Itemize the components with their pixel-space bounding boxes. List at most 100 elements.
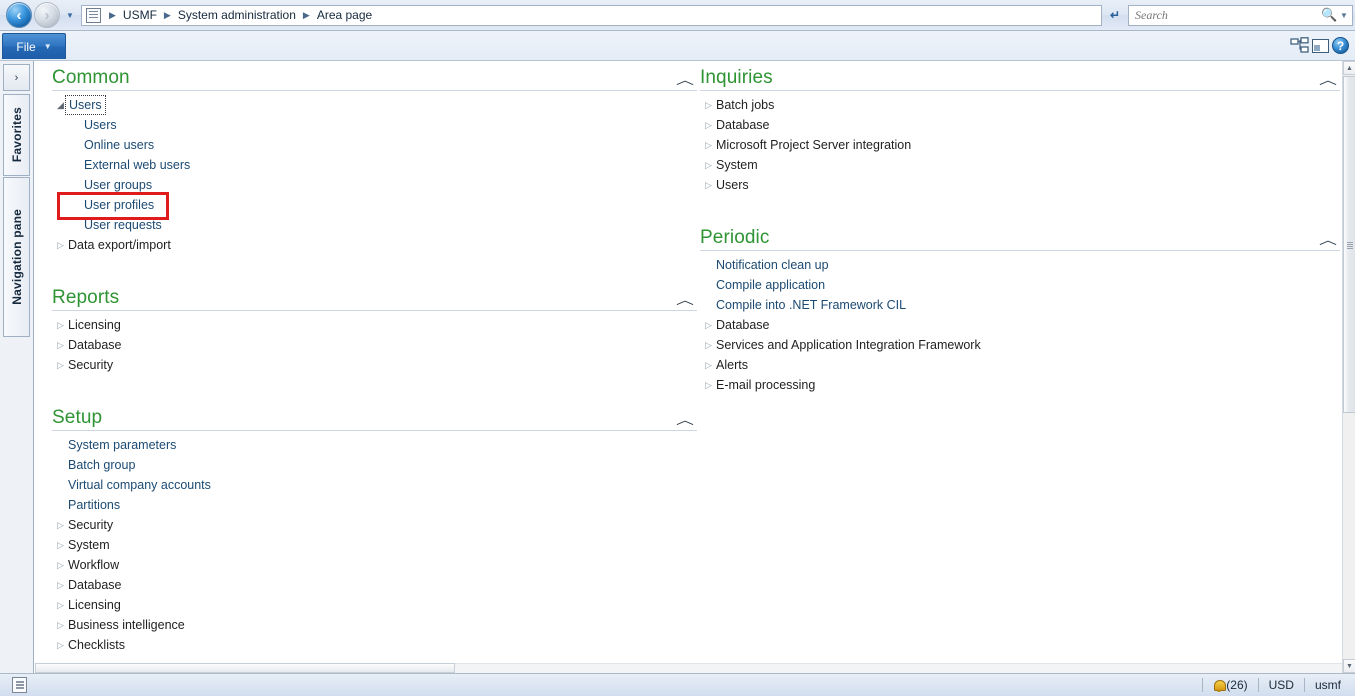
nav-item-compile-application[interactable]: Compile application (700, 275, 1340, 295)
triangle-collapsed-icon[interactable]: ▷ (52, 520, 68, 531)
nav-item-licensing[interactable]: ▷Licensing (52, 315, 697, 335)
nav-item-user-requests[interactable]: User requests (52, 215, 697, 235)
horizontal-scrollbar-thumb[interactable] (35, 663, 455, 673)
scroll-down-arrow-icon[interactable]: ▼ (1343, 659, 1355, 673)
section-title-inquiries: Inquiries (700, 67, 773, 89)
refresh-icon[interactable]: ↵ (1104, 5, 1126, 26)
breadcrumb[interactable]: ▶ USMF ▶ System administration ▶ Area pa… (81, 5, 1102, 26)
breadcrumb-item-page[interactable]: Area page (314, 8, 375, 22)
nav-item-services-and-application-integration-framework[interactable]: ▷Services and Application Integration Fr… (700, 335, 1340, 355)
back-button[interactable]: ‹ (6, 2, 32, 28)
breadcrumb-item-company[interactable]: USMF (120, 8, 160, 22)
history-dropdown-caret-icon[interactable]: ▼ (63, 11, 77, 20)
triangle-collapsed-icon[interactable]: ▷ (700, 380, 716, 391)
help-icon[interactable]: ? (1332, 37, 1351, 55)
nav-item-system-parameters[interactable]: System parameters (52, 435, 697, 455)
nav-item-e-mail-processing[interactable]: ▷E-mail processing (700, 375, 1340, 395)
section-header-common[interactable]: Common︿ (52, 61, 697, 91)
nav-item-label: Partitions (68, 498, 120, 512)
triangle-collapsed-icon[interactable]: ▷ (52, 560, 68, 571)
status-badge-alerts[interactable]: (26) (1213, 678, 1247, 692)
section-header-reports[interactable]: Reports︿ (52, 281, 697, 311)
nav-item-user-groups[interactable]: User groups (52, 175, 697, 195)
search-icon[interactable]: 🔍 (1321, 7, 1338, 23)
nav-item-business-intelligence[interactable]: ▷Business intelligence (52, 615, 697, 635)
related-information-icon[interactable] (1290, 37, 1309, 55)
triangle-collapsed-icon[interactable]: ▷ (52, 320, 68, 331)
nav-item-label: System (716, 158, 758, 172)
section-gap (52, 255, 697, 281)
nav-item-partitions[interactable]: Partitions (52, 495, 697, 515)
triangle-collapsed-icon[interactable]: ▷ (52, 540, 68, 551)
triangle-collapsed-icon[interactable]: ▷ (700, 140, 716, 151)
vertical-scrollbar[interactable]: ▲ ▼ (1342, 61, 1355, 673)
search-input[interactable] (1131, 7, 1321, 24)
nav-item-system[interactable]: ▷System (52, 535, 697, 555)
scroll-up-arrow-icon[interactable]: ▲ (1343, 61, 1355, 75)
nav-item-compile-into-net-framework-cil[interactable]: Compile into .NET Framework CIL (700, 295, 1340, 315)
pane-layout-icon[interactable] (1311, 37, 1330, 55)
nav-item-security[interactable]: ▷Security (52, 355, 697, 375)
file-menu-label: File (16, 40, 35, 54)
triangle-collapsed-icon[interactable]: ▷ (700, 320, 716, 331)
sidebar-tab-navigation-pane[interactable]: Navigation pane (3, 177, 30, 337)
chevron-up-icon[interactable]: ︿ (676, 75, 694, 85)
search-box[interactable]: 🔍 ▼ (1128, 5, 1353, 26)
triangle-collapsed-icon[interactable]: ▷ (52, 240, 68, 251)
forward-button[interactable]: › (34, 2, 60, 28)
nav-item-database[interactable]: ▷Database (700, 115, 1340, 135)
section-header-inquiries[interactable]: Inquiries ︿ (700, 61, 1340, 91)
vertical-scrollbar-thumb[interactable] (1343, 76, 1355, 413)
nav-item-alerts[interactable]: ▷Alerts (700, 355, 1340, 375)
triangle-collapsed-icon[interactable]: ▷ (52, 360, 68, 371)
chevron-up-icon[interactable]: ︿ (676, 295, 694, 305)
nav-item-user-profiles[interactable]: User profiles (52, 195, 697, 215)
triangle-collapsed-icon[interactable]: ▷ (700, 160, 716, 171)
nav-item-licensing[interactable]: ▷Licensing (52, 595, 697, 615)
nav-item-label: Database (68, 338, 122, 352)
nav-item-system[interactable]: ▷System (700, 155, 1340, 175)
section-inquiries: Inquiries ︿ ▷Batch jobs▷Database▷Microsoft… (700, 61, 1340, 195)
triangle-collapsed-icon[interactable]: ▷ (52, 640, 68, 651)
triangle-collapsed-icon[interactable]: ▷ (700, 360, 716, 371)
breadcrumb-separator-icon: ▶ (105, 10, 120, 21)
file-menu-tab[interactable]: File ▼ (2, 33, 66, 59)
triangle-collapsed-icon[interactable]: ▷ (52, 600, 68, 611)
chevron-up-icon[interactable]: ︿ (1319, 235, 1337, 245)
nav-item-database[interactable]: ▷Database (52, 575, 697, 595)
expand-navigation-pane-button[interactable]: › (3, 64, 30, 91)
nav-item-online-users[interactable]: Online users (52, 135, 697, 155)
nav-item-security[interactable]: ▷Security (52, 515, 697, 535)
nav-item-data-export-import[interactable]: ▷Data export/import (52, 235, 697, 255)
nav-item-notification-clean-up[interactable]: Notification clean up (700, 255, 1340, 275)
nav-item-database[interactable]: ▷Database (700, 315, 1340, 335)
nav-item-checklists[interactable]: ▷Checklists (52, 635, 697, 655)
section-header-periodic[interactable]: Periodic︿ (700, 221, 1340, 251)
nav-item-microsoft-project-server-integration[interactable]: ▷Microsoft Project Server integration (700, 135, 1340, 155)
nav-item-virtual-company-accounts[interactable]: Virtual company accounts (52, 475, 697, 495)
focus-outline: Users (65, 95, 106, 115)
triangle-collapsed-icon[interactable]: ▷ (52, 620, 68, 631)
nav-item-users[interactable]: Users (52, 115, 697, 135)
section-header-setup[interactable]: Setup︿ (52, 401, 697, 431)
nav-item-database[interactable]: ▷Database (52, 335, 697, 355)
triangle-collapsed-icon[interactable]: ▷ (52, 580, 68, 591)
search-dropdown-caret-icon[interactable]: ▼ (1338, 11, 1350, 20)
nav-item-external-web-users[interactable]: External web users (52, 155, 697, 175)
breadcrumb-item-module[interactable]: System administration (175, 8, 299, 22)
section-common: Common︿◢UsersUsersOnline usersExternal w… (52, 61, 697, 255)
nav-item-workflow[interactable]: ▷Workflow (52, 555, 697, 575)
section-gap (52, 375, 697, 401)
nav-item-users[interactable]: ◢Users (52, 95, 697, 115)
triangle-collapsed-icon[interactable]: ▷ (52, 340, 68, 351)
triangle-collapsed-icon[interactable]: ▷ (700, 100, 716, 111)
triangle-collapsed-icon[interactable]: ▷ (700, 340, 716, 351)
nav-item-users[interactable]: ▷Users (700, 175, 1340, 195)
chevron-up-icon[interactable]: ︿ (676, 415, 694, 425)
chevron-up-icon[interactable]: ︿ (1319, 75, 1337, 85)
nav-item-batch-jobs[interactable]: ▷Batch jobs (700, 95, 1340, 115)
nav-item-batch-group[interactable]: Batch group (52, 455, 697, 475)
triangle-collapsed-icon[interactable]: ▷ (700, 180, 716, 191)
triangle-collapsed-icon[interactable]: ▷ (700, 120, 716, 131)
sidebar-tab-favorites[interactable]: Favorites (3, 94, 30, 176)
